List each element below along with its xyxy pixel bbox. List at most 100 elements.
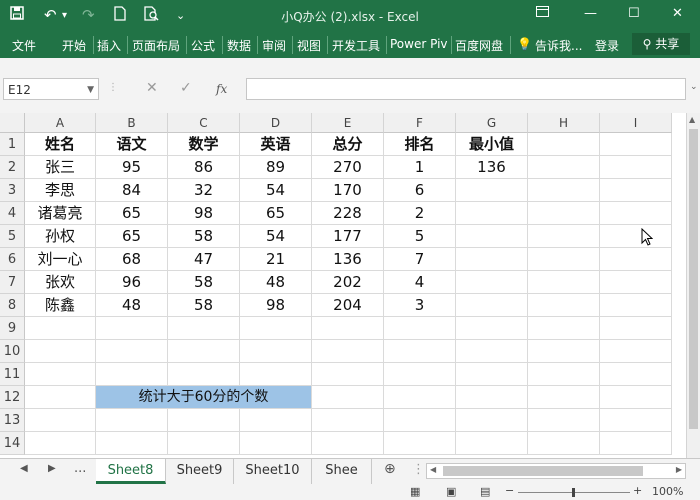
cell-b10[interactable] bbox=[96, 340, 168, 363]
row-header-13[interactable]: 13 bbox=[0, 409, 25, 432]
cell-f1[interactable]: 排名 bbox=[384, 133, 456, 156]
cell-a2[interactable]: 张三 bbox=[25, 156, 96, 179]
cell-d11[interactable] bbox=[240, 363, 312, 386]
cell-c9[interactable] bbox=[168, 317, 240, 340]
select-all-corner[interactable] bbox=[0, 113, 25, 133]
cell-e8[interactable]: 204 bbox=[312, 294, 384, 317]
cell-g9[interactable] bbox=[456, 317, 528, 340]
cancel-icon[interactable]: ✕ bbox=[146, 80, 158, 96]
minimize-icon[interactable]: — bbox=[584, 6, 597, 21]
row-header-4[interactable]: 4 bbox=[0, 202, 25, 225]
cell-f3[interactable]: 6 bbox=[384, 179, 456, 202]
cell-a5[interactable]: 孙权 bbox=[25, 225, 96, 248]
zoom-slider-thumb[interactable] bbox=[572, 488, 575, 497]
cell-f6[interactable]: 7 bbox=[384, 248, 456, 271]
tab-data[interactable]: 数据 bbox=[227, 37, 251, 54]
cell-b8[interactable]: 48 bbox=[96, 294, 168, 317]
cell-g8[interactable] bbox=[456, 294, 528, 317]
cell-g14[interactable] bbox=[456, 432, 528, 455]
cell-d6[interactable]: 21 bbox=[240, 248, 312, 271]
cell-h5[interactable] bbox=[528, 225, 600, 248]
zoom-in-icon[interactable]: + bbox=[633, 484, 642, 497]
cell-g5[interactable] bbox=[456, 225, 528, 248]
cell-g11[interactable] bbox=[456, 363, 528, 386]
cell-h8[interactable] bbox=[528, 294, 600, 317]
sheet-tab-sheet8[interactable]: Sheet8 bbox=[96, 459, 166, 484]
cell-e12[interactable] bbox=[312, 386, 384, 409]
cell-a14[interactable] bbox=[25, 432, 96, 455]
column-header-b[interactable]: B bbox=[96, 113, 168, 133]
cell-a7[interactable]: 张欢 bbox=[25, 271, 96, 294]
cell-a11[interactable] bbox=[25, 363, 96, 386]
row-header-7[interactable]: 7 bbox=[0, 271, 25, 294]
cell-b4[interactable]: 65 bbox=[96, 202, 168, 225]
cell-e3[interactable]: 170 bbox=[312, 179, 384, 202]
cell-a6[interactable]: 刘一心 bbox=[25, 248, 96, 271]
cell-b3[interactable]: 84 bbox=[96, 179, 168, 202]
cell-d14[interactable] bbox=[240, 432, 312, 455]
cell-c10[interactable] bbox=[168, 340, 240, 363]
normal-view-icon[interactable]: ▦ bbox=[410, 485, 420, 498]
tab-file[interactable]: 文件 bbox=[12, 37, 36, 54]
cell-i6[interactable] bbox=[600, 248, 672, 271]
cell-b9[interactable] bbox=[96, 317, 168, 340]
cell-d1[interactable]: 英语 bbox=[240, 133, 312, 156]
cell-e14[interactable] bbox=[312, 432, 384, 455]
cell-h14[interactable] bbox=[528, 432, 600, 455]
cell-d9[interactable] bbox=[240, 317, 312, 340]
cell-a3[interactable]: 李思 bbox=[25, 179, 96, 202]
cell-g6[interactable] bbox=[456, 248, 528, 271]
cell-e2[interactable]: 270 bbox=[312, 156, 384, 179]
cell-h10[interactable] bbox=[528, 340, 600, 363]
cell-g4[interactable] bbox=[456, 202, 528, 225]
cell-d3[interactable]: 54 bbox=[240, 179, 312, 202]
cell-c4[interactable]: 98 bbox=[168, 202, 240, 225]
row-header-2[interactable]: 2 bbox=[0, 156, 25, 179]
cell-e4[interactable]: 228 bbox=[312, 202, 384, 225]
cell-a9[interactable] bbox=[25, 317, 96, 340]
page-layout-view-icon[interactable]: ▣ bbox=[446, 485, 456, 498]
cell-f10[interactable] bbox=[384, 340, 456, 363]
cell-e11[interactable] bbox=[312, 363, 384, 386]
tab-formulas[interactable]: 公式 bbox=[191, 37, 215, 54]
scroll-thumb[interactable] bbox=[689, 129, 698, 429]
insert-function-icon[interactable]: fx bbox=[216, 82, 227, 96]
tab-power-pivot[interactable]: Power Piv bbox=[390, 37, 448, 51]
chevron-down-icon[interactable]: ⌄ bbox=[690, 82, 698, 92]
cell-a12[interactable] bbox=[25, 386, 96, 409]
cell-i10[interactable] bbox=[600, 340, 672, 363]
cell-i2[interactable] bbox=[600, 156, 672, 179]
cell-c1[interactable]: 数学 bbox=[168, 133, 240, 156]
cell-f11[interactable] bbox=[384, 363, 456, 386]
sheet-tab-sheet10[interactable]: Sheet10 bbox=[234, 459, 312, 484]
cell-f5[interactable]: 5 bbox=[384, 225, 456, 248]
cell-i5[interactable] bbox=[600, 225, 672, 248]
restore-icon[interactable]: ☐ bbox=[628, 6, 640, 21]
cell-c13[interactable] bbox=[168, 409, 240, 432]
scroll-left-icon[interactable]: ◀ bbox=[430, 465, 436, 474]
cell-e7[interactable]: 202 bbox=[312, 271, 384, 294]
sheet-tab-partial[interactable]: Shee bbox=[312, 459, 372, 484]
chevron-down-icon[interactable]: ▼ bbox=[87, 79, 94, 101]
cell-i4[interactable] bbox=[600, 202, 672, 225]
cell-b14[interactable] bbox=[96, 432, 168, 455]
row-header-12[interactable]: 12 bbox=[0, 386, 25, 409]
cell-b2[interactable]: 95 bbox=[96, 156, 168, 179]
tab-view[interactable]: 视图 bbox=[297, 37, 321, 54]
cell-g13[interactable] bbox=[456, 409, 528, 432]
cell-f7[interactable]: 4 bbox=[384, 271, 456, 294]
cell-d7[interactable]: 48 bbox=[240, 271, 312, 294]
cell-i14[interactable] bbox=[600, 432, 672, 455]
cell-i8[interactable] bbox=[600, 294, 672, 317]
cell-i1[interactable] bbox=[600, 133, 672, 156]
add-sheet-icon[interactable]: ⊕ bbox=[384, 461, 396, 477]
cell-g2[interactable]: 136 bbox=[456, 156, 528, 179]
cell-c3[interactable]: 32 bbox=[168, 179, 240, 202]
ribbon-display-icon[interactable] bbox=[536, 6, 549, 21]
login-link[interactable]: 登录 bbox=[595, 37, 619, 54]
more-sheets-ellipsis[interactable]: ... bbox=[74, 461, 86, 476]
zoom-level[interactable]: 100% bbox=[652, 485, 683, 498]
cell-a1[interactable]: 姓名 bbox=[25, 133, 96, 156]
cell-f14[interactable] bbox=[384, 432, 456, 455]
cell-i13[interactable] bbox=[600, 409, 672, 432]
